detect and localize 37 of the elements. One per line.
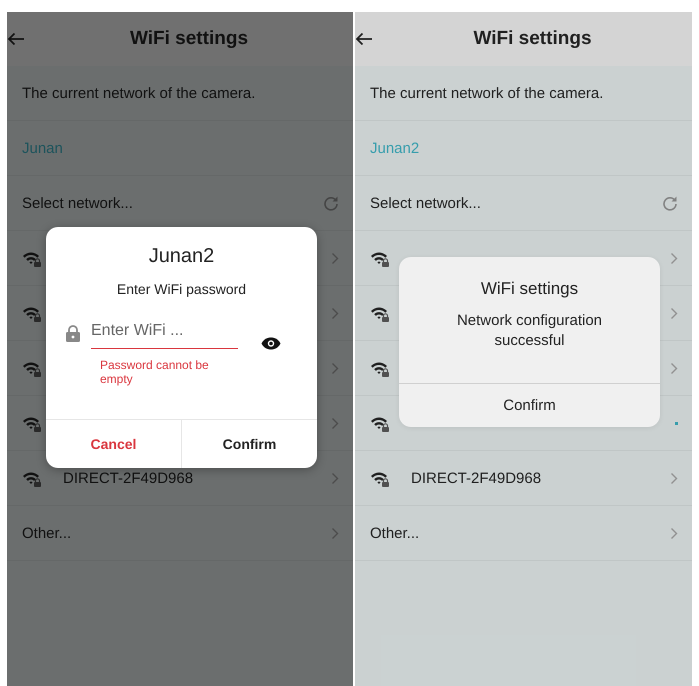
chevron-right-icon — [670, 526, 678, 540]
lock-icon — [66, 325, 80, 342]
dialog-message: Network configuration successful — [456, 311, 604, 351]
refresh-icon[interactable] — [662, 195, 678, 211]
wifi-lock-icon — [22, 250, 42, 266]
confirm-button[interactable]: Confirm — [181, 420, 317, 468]
header-title: WiFi settings — [472, 28, 593, 50]
network-name[interactable]: DIRECT-2F49D968 — [63, 470, 331, 486]
wifi-lock-icon — [370, 414, 390, 432]
current-network-name: Junan2 — [370, 140, 420, 156]
chevron-right-icon — [331, 526, 339, 540]
other-network-item[interactable]: Other... — [355, 506, 692, 561]
back-arrow-icon[interactable] — [355, 32, 373, 46]
wifi-lock-icon — [22, 360, 42, 376]
network-name[interactable]: DIRECT-2F49D968 — [411, 470, 670, 486]
current-network-name: Junan — [22, 140, 64, 156]
confirm-button[interactable]: Confirm — [399, 384, 660, 427]
current-network-label: The current network of the camera. — [370, 84, 604, 102]
select-network-label: Select network... — [22, 194, 134, 212]
wifi-lock-icon — [22, 304, 42, 322]
select-network-label: Select network... — [370, 194, 482, 212]
wifi-lock-icon — [370, 250, 390, 266]
wifi-lock-icon — [370, 304, 390, 322]
other-network-item[interactable]: Other... — [7, 506, 353, 561]
eye-icon[interactable] — [261, 337, 281, 350]
wifi-lock-icon — [22, 470, 42, 486]
header-title: WiFi settings — [128, 28, 250, 50]
wifi-lock-icon — [370, 360, 390, 376]
dialog-title: Junan2 — [148, 244, 216, 269]
dialog-prompt: Enter WiFi password — [116, 280, 248, 299]
wifi-lock-icon — [22, 414, 42, 432]
password-field[interactable]: Enter WiFi ... — [91, 313, 238, 349]
dialog-title: WiFi settings — [480, 278, 580, 300]
cancel-button[interactable]: Cancel — [46, 420, 181, 468]
current-network-label: The current network of the camera. — [22, 84, 256, 102]
error-message: Password cannot be empty — [100, 358, 210, 386]
wifi-lock-icon — [370, 470, 390, 486]
